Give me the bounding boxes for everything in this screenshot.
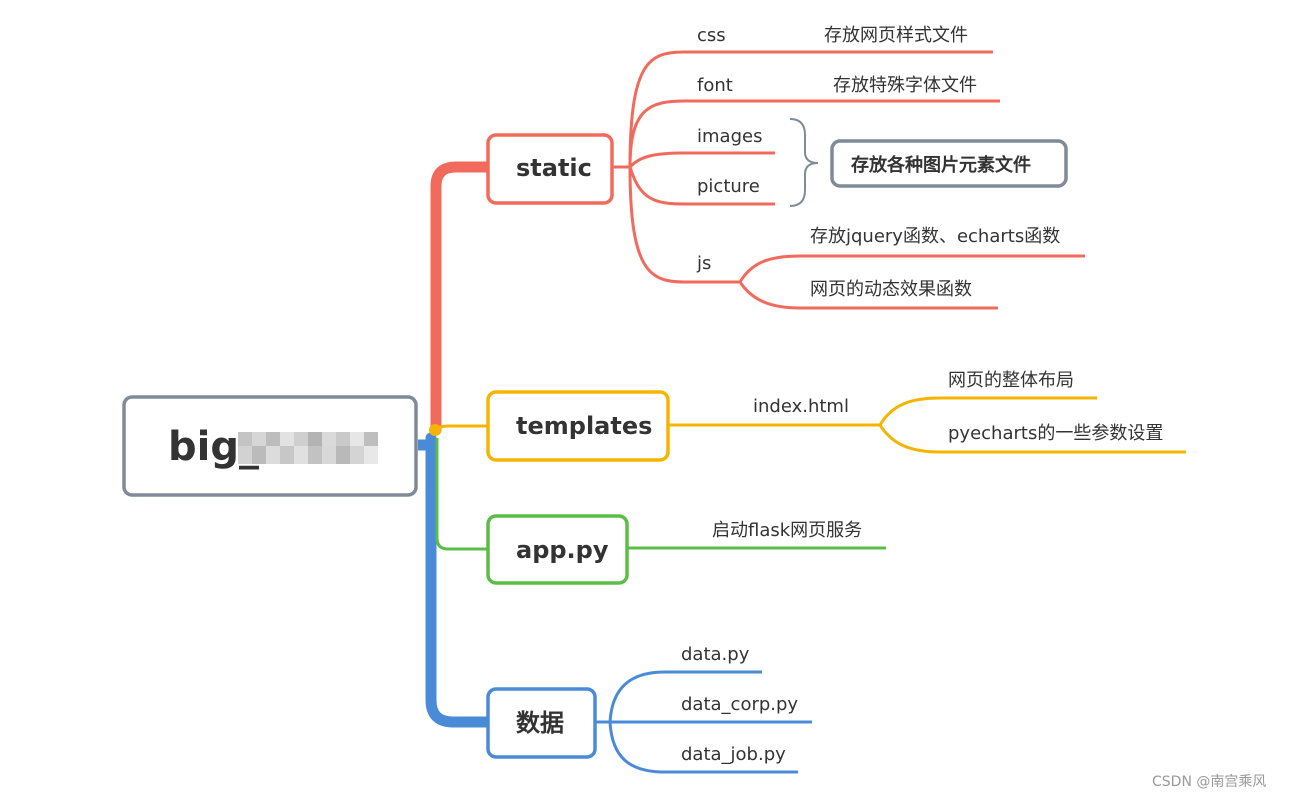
root-node[interactable]: big_ [122,395,418,497]
mind-map-diagram: big_ static css 存放网页样式文件 font 存放特殊字体文件 i… [122,25,1266,790]
data-file-1: data.py [681,644,750,665]
app-desc: 启动flask网页服务 [712,520,862,541]
css-label: css [697,25,726,46]
index-html-label: index.html [753,396,849,417]
font-desc: 存放特殊字体文件 [833,75,977,96]
js-label: js [696,253,711,274]
branch-data: 数据 data.py data_corp.py data_job.py [486,644,812,774]
templates-junction-dot [429,424,441,436]
js-desc-1: 存放jquery函数、echarts函数 [810,226,1060,247]
static-label: static [516,154,592,182]
root-redaction-blur [238,432,378,464]
static-curve-images [628,151,775,169]
templates-desc-1: 网页的整体布局 [948,370,1074,391]
js-desc-2: 网页的动态效果函数 [810,279,972,300]
trunk-connectors [418,161,494,728]
watermark: CSDN @南宫乘风 [1152,774,1266,790]
font-label: font [697,75,733,96]
picture-label: picture [697,176,760,197]
app-label: app.py [516,536,609,564]
templates-label: templates [516,412,652,440]
branch-app: app.py 启动flask网页服务 [486,514,886,585]
data-file-2: data_corp.py [681,694,798,715]
images-picture-bracket [789,118,819,207]
images-label: images [697,126,762,147]
branch-templates: templates index.html 网页的整体布局 pyecharts的一… [486,370,1186,462]
templates-desc-2: pyecharts的一些参数设置 [948,423,1163,444]
connector-data [425,432,494,728]
connector-app [435,438,488,551]
branch-static: static css 存放网页样式文件 font 存放特殊字体文件 images… [486,25,1085,310]
images-group-label: 存放各种图片元素文件 [851,154,1031,176]
css-desc: 存放网页样式文件 [824,25,968,46]
data-file-3: data_job.py [681,744,786,765]
connector-static [430,161,494,436]
templates-curve-1 [878,396,1097,426]
data-label: 数据 [516,709,564,737]
